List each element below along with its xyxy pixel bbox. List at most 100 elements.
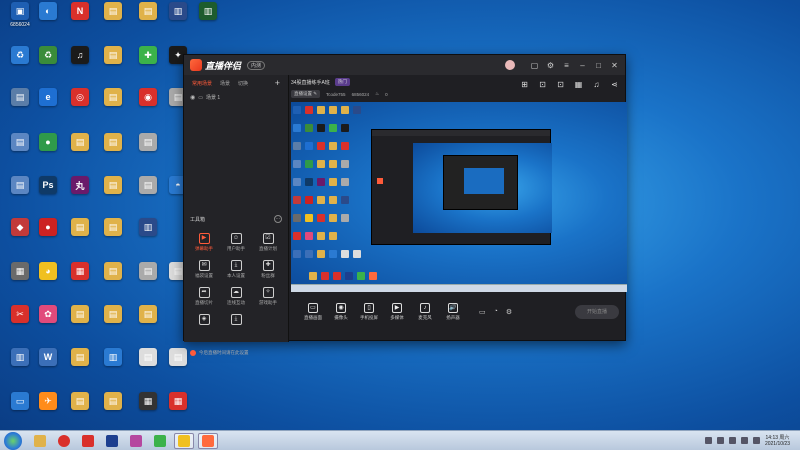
camera-button[interactable]: ◉ 摄像头 xyxy=(327,303,355,321)
record-icon[interactable]: ▭ xyxy=(479,308,486,316)
bell-icon[interactable]: ♫ xyxy=(592,80,601,89)
tool-game-helper[interactable]: ✧ 游戏助手 xyxy=(252,287,284,306)
start-icon[interactable] xyxy=(4,431,22,450)
desktop-icon[interactable]: ♫ xyxy=(62,46,98,84)
volume-icon[interactable] xyxy=(752,437,760,444)
multimedia-button[interactable]: ▶ 多媒体 xyxy=(383,303,411,321)
settings-icon[interactable]: ⚙ xyxy=(546,61,555,70)
desktop-icon[interactable]: ▥ xyxy=(130,218,166,256)
desktop-icon[interactable]: ▦ xyxy=(160,392,196,430)
maximize-icon[interactable]: □ xyxy=(594,61,603,70)
speaker-button[interactable]: 🔊 扬声器 xyxy=(439,303,467,321)
tool-lucky-bag[interactable]: ✉ 福袋设置 xyxy=(188,260,220,279)
clock[interactable]: 14:13 周六 2021/10/23 xyxy=(765,435,790,447)
desktop-icon[interactable]: ▤ xyxy=(130,133,166,171)
tab-switch[interactable]: 切换 xyxy=(238,80,248,87)
microphone-button[interactable]: ♪ 麦克风 xyxy=(411,303,439,321)
desktop-icon[interactable]: ✈ xyxy=(30,392,66,430)
more-icon[interactable]: ⋯ xyxy=(274,215,282,223)
feedback-icon[interactable]: ▢ xyxy=(530,61,539,70)
desktop-icon[interactable]: ◕ xyxy=(30,262,66,300)
eye-icon[interactable]: ◉ xyxy=(190,94,195,101)
close-icon[interactable]: ✕ xyxy=(610,61,619,70)
phone-cast-button[interactable]: ▯ 手机投屏 xyxy=(355,303,383,321)
settings-icon[interactable]: ⚙ xyxy=(506,308,512,316)
preview-nested-window xyxy=(371,129,552,245)
tab-common-scene[interactable]: 常用场景 xyxy=(192,80,212,87)
desktop-icon[interactable]: ● xyxy=(30,218,66,256)
tool-extra-2[interactable]: ⤓ xyxy=(220,314,252,325)
tool-link-interaction[interactable]: ☁ 连线互动 xyxy=(220,287,252,306)
desktop-icon[interactable]: ▤ xyxy=(95,176,131,214)
live-settings-button[interactable]: 直播设置 ✎ xyxy=(291,90,321,98)
desktop-icon[interactable]: W xyxy=(30,348,66,386)
taskbar-app-live-companion[interactable] xyxy=(198,432,218,449)
menu-icon[interactable]: ≡ xyxy=(562,61,571,70)
screen-capture-button[interactable]: ▭ 直播画面 xyxy=(299,303,327,321)
taskbar-app-3[interactable] xyxy=(126,433,146,449)
desktop-icon[interactable]: ▤ xyxy=(95,392,131,430)
unlock-icon[interactable]: ⊡ xyxy=(556,80,565,89)
taskbar-app-2[interactable] xyxy=(78,433,98,449)
desktop-icon[interactable]: ▦ xyxy=(62,262,98,300)
preview-icon xyxy=(305,250,313,258)
desktop-icon[interactable]: ▤ xyxy=(62,348,98,386)
desktop-icon[interactable]: ▤ xyxy=(95,46,131,84)
desktop-icon[interactable]: ▤ xyxy=(62,392,98,430)
desktop-icon[interactable]: ▤ xyxy=(95,305,131,343)
gift-icon[interactable]: ⊞ xyxy=(520,80,529,89)
desktop-icon[interactable]: ◎ xyxy=(62,88,98,126)
desktop-icon[interactable]: 丸 xyxy=(62,176,98,214)
tray-icon[interactable] xyxy=(704,437,712,444)
desktop-icon-1[interactable]: N xyxy=(62,2,98,40)
desktop-icon[interactable]: ▤ xyxy=(95,218,131,256)
taskbar-app-5[interactable] xyxy=(174,432,194,449)
preview-icon xyxy=(317,106,325,114)
desktop-icon[interactable]: ▤ xyxy=(62,305,98,343)
minimize-icon[interactable]: – xyxy=(578,61,587,70)
tool-self-settings[interactable]: ⤓ 本人设置 xyxy=(220,260,252,279)
tool-user-helper[interactable]: ☺ 用户助手 xyxy=(220,233,252,252)
desktop-icon[interactable]: ▤ xyxy=(95,88,131,126)
desktop-icon[interactable]: e xyxy=(30,88,66,126)
avatar[interactable] xyxy=(505,60,515,70)
share-icon[interactable]: ⋖ xyxy=(610,80,619,89)
desktop-icon[interactable]: ▥ xyxy=(95,348,131,386)
notice-bar[interactable]: 今后直播时间请在此设置 xyxy=(190,350,249,356)
taskbar-app-photoshop[interactable] xyxy=(102,433,122,449)
desktop-icon[interactable]: Ps xyxy=(30,176,66,214)
desktop-icon[interactable]: ● xyxy=(30,133,66,171)
tray-icon[interactable] xyxy=(728,437,736,444)
folder-icon: ▤ xyxy=(104,46,122,64)
desktop-icon[interactable]: ▤ xyxy=(62,218,98,256)
tool-live-plan[interactable]: ☑ 直播计划 xyxy=(252,233,284,252)
taskbar-app-explorer[interactable] xyxy=(30,433,50,449)
desktop-icon[interactable]: ♻ xyxy=(30,46,66,84)
data-icon[interactable]: ▦ xyxy=(574,80,583,89)
desktop-icon[interactable]: ▤ xyxy=(95,262,131,300)
tab-scene[interactable]: 场景 xyxy=(220,80,230,87)
tool-extra-1[interactable]: ◈ xyxy=(188,314,220,325)
start-live-button[interactable]: 开始直播 xyxy=(575,305,619,319)
live-preview[interactable] xyxy=(291,102,627,292)
desktop-icon[interactable]: ✿ xyxy=(30,305,66,343)
desktop-icon[interactable]: ▥ xyxy=(190,2,226,40)
taskbar-app-4[interactable] xyxy=(150,433,170,449)
taskbar-app-1[interactable] xyxy=(54,433,74,449)
tool-fan-group[interactable]: ✚ 粉丝群 xyxy=(252,260,284,279)
tool-barrage-helper[interactable]: ▶ 弹幕助手 xyxy=(188,233,220,252)
desktop-icon[interactable]: ▤ xyxy=(130,305,166,343)
lock-icon[interactable]: ⊡ xyxy=(538,80,547,89)
performance-icon[interactable]: ◔ xyxy=(494,308,498,316)
desktop-icon[interactable]: ▤ xyxy=(95,2,131,40)
tool-live-clip[interactable]: ➦ 直播切片 xyxy=(188,287,220,306)
network-icon[interactable] xyxy=(740,437,748,444)
add-icon[interactable]: + xyxy=(275,78,280,88)
desktop-icon[interactable]: ▤ xyxy=(62,133,98,171)
tray-icon[interactable] xyxy=(716,437,724,444)
desktop-icon[interactable]: ▤ xyxy=(95,133,131,171)
scene-item[interactable]: ◉ ▭ 场景 1 xyxy=(184,91,288,104)
version-badge[interactable]: 内测 xyxy=(247,60,266,70)
room-title[interactable]: 34股直播练手A班 xyxy=(291,79,330,86)
desktop-icon[interactable]: ◐ xyxy=(30,2,66,40)
